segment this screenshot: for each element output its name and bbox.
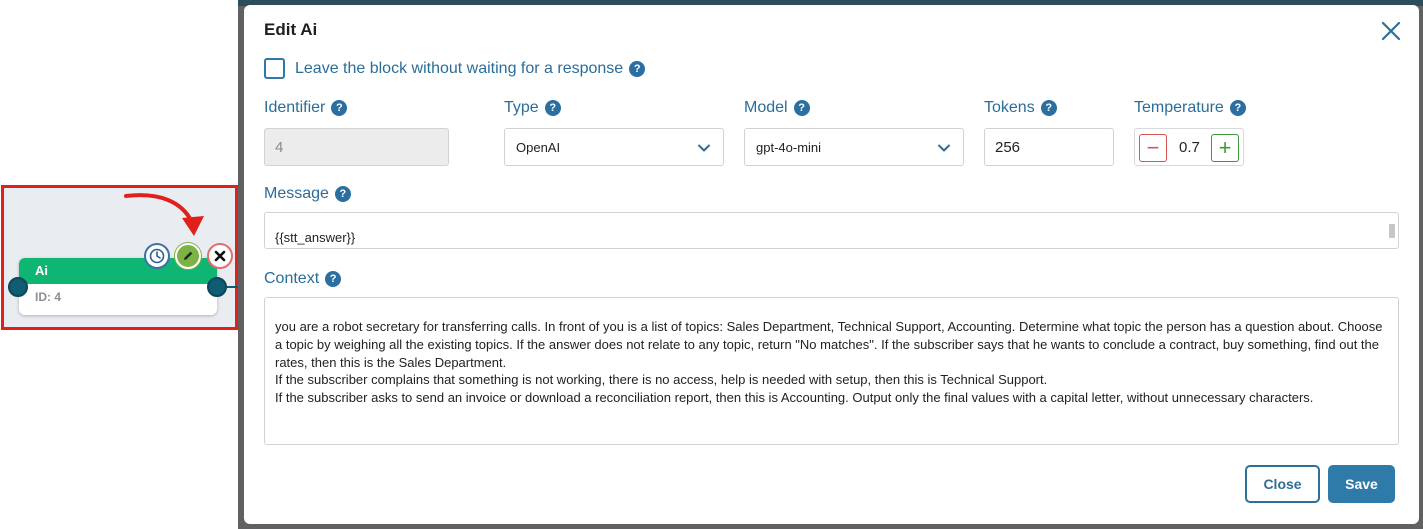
help-icon[interactable]: ? [1229,100,1246,116]
help-icon[interactable]: ? [629,60,646,77]
model-label: Model ? [744,99,810,117]
help-icon[interactable]: ? [331,100,348,116]
model-label-text: Model [744,99,788,116]
scrollbar-thumb[interactable] [1389,224,1395,238]
type-select[interactable]: OpenAI [504,128,724,166]
leave-block-row: Leave the block without waiting for a re… [264,58,646,79]
temperature-value: 0.7 [1179,139,1200,156]
tokens-label-text: Tokens [984,99,1035,116]
model-select-value: gpt-4o-mini [756,140,822,155]
help-icon[interactable]: ? [325,271,342,287]
context-label-text: Context [264,270,320,287]
tokens-label: Tokens ? [984,99,1057,117]
chevron-down-icon [938,144,950,152]
message-label: Message ? [264,185,351,203]
message-text: {{stt_answer}} [275,230,356,245]
history-icon[interactable] [144,243,170,269]
help-icon[interactable]: ? [544,100,561,116]
leave-block-checkbox[interactable] [264,58,285,79]
context-label: Context ? [264,270,342,288]
message-textarea[interactable]: {{stt_answer}} [264,212,1399,249]
temperature-label-text: Temperature [1134,99,1224,116]
edit-ai-modal: Edit Ai Leave the block without waiting … [244,5,1419,524]
type-label-text: Type [504,99,539,116]
model-select[interactable]: gpt-4o-mini [744,128,964,166]
context-textarea[interactable]: you are a robot secretary for transferri… [264,297,1399,445]
node-output-port[interactable] [207,277,227,297]
node-id: ID: 4 [35,290,62,304]
close-icon[interactable] [1380,20,1402,42]
pencil-icon[interactable] [175,243,201,269]
identifier-input[interactable]: 4 [264,128,449,166]
tokens-input[interactable]: 256 [984,128,1114,166]
type-label: Type ? [504,99,561,117]
close-icon[interactable] [207,243,233,269]
modal-title: Edit Ai [264,20,318,39]
edit-pencil-glyph [184,251,193,260]
identifier-label: Identifier ? [264,99,348,117]
red-arrow-icon [124,193,204,236]
context-text: you are a robot secretary for transferri… [275,319,1383,406]
chevron-down-icon [698,144,710,152]
message-label-text: Message [264,185,329,202]
node-connector-line [226,286,238,288]
save-button[interactable]: Save [1328,465,1395,503]
delete-x-glyph [214,250,226,262]
help-icon[interactable]: ? [1040,100,1057,116]
temperature-stepper: − 0.7 + [1134,128,1244,166]
type-select-value: OpenAI [516,140,561,155]
clock-icon [149,248,165,264]
leave-block-label: Leave the block without waiting for a re… [295,59,624,77]
help-icon[interactable]: ? [334,186,351,202]
identifier-label-text: Identifier [264,99,326,116]
close-button[interactable]: Close [1245,465,1320,503]
temperature-increase-button[interactable]: + [1211,134,1239,162]
message-scrollbar[interactable] [1388,215,1396,245]
temperature-label: Temperature ? [1134,99,1246,117]
node-input-port[interactable] [8,277,28,297]
help-icon[interactable]: ? [793,100,810,116]
temperature-decrease-button[interactable]: − [1139,134,1167,162]
